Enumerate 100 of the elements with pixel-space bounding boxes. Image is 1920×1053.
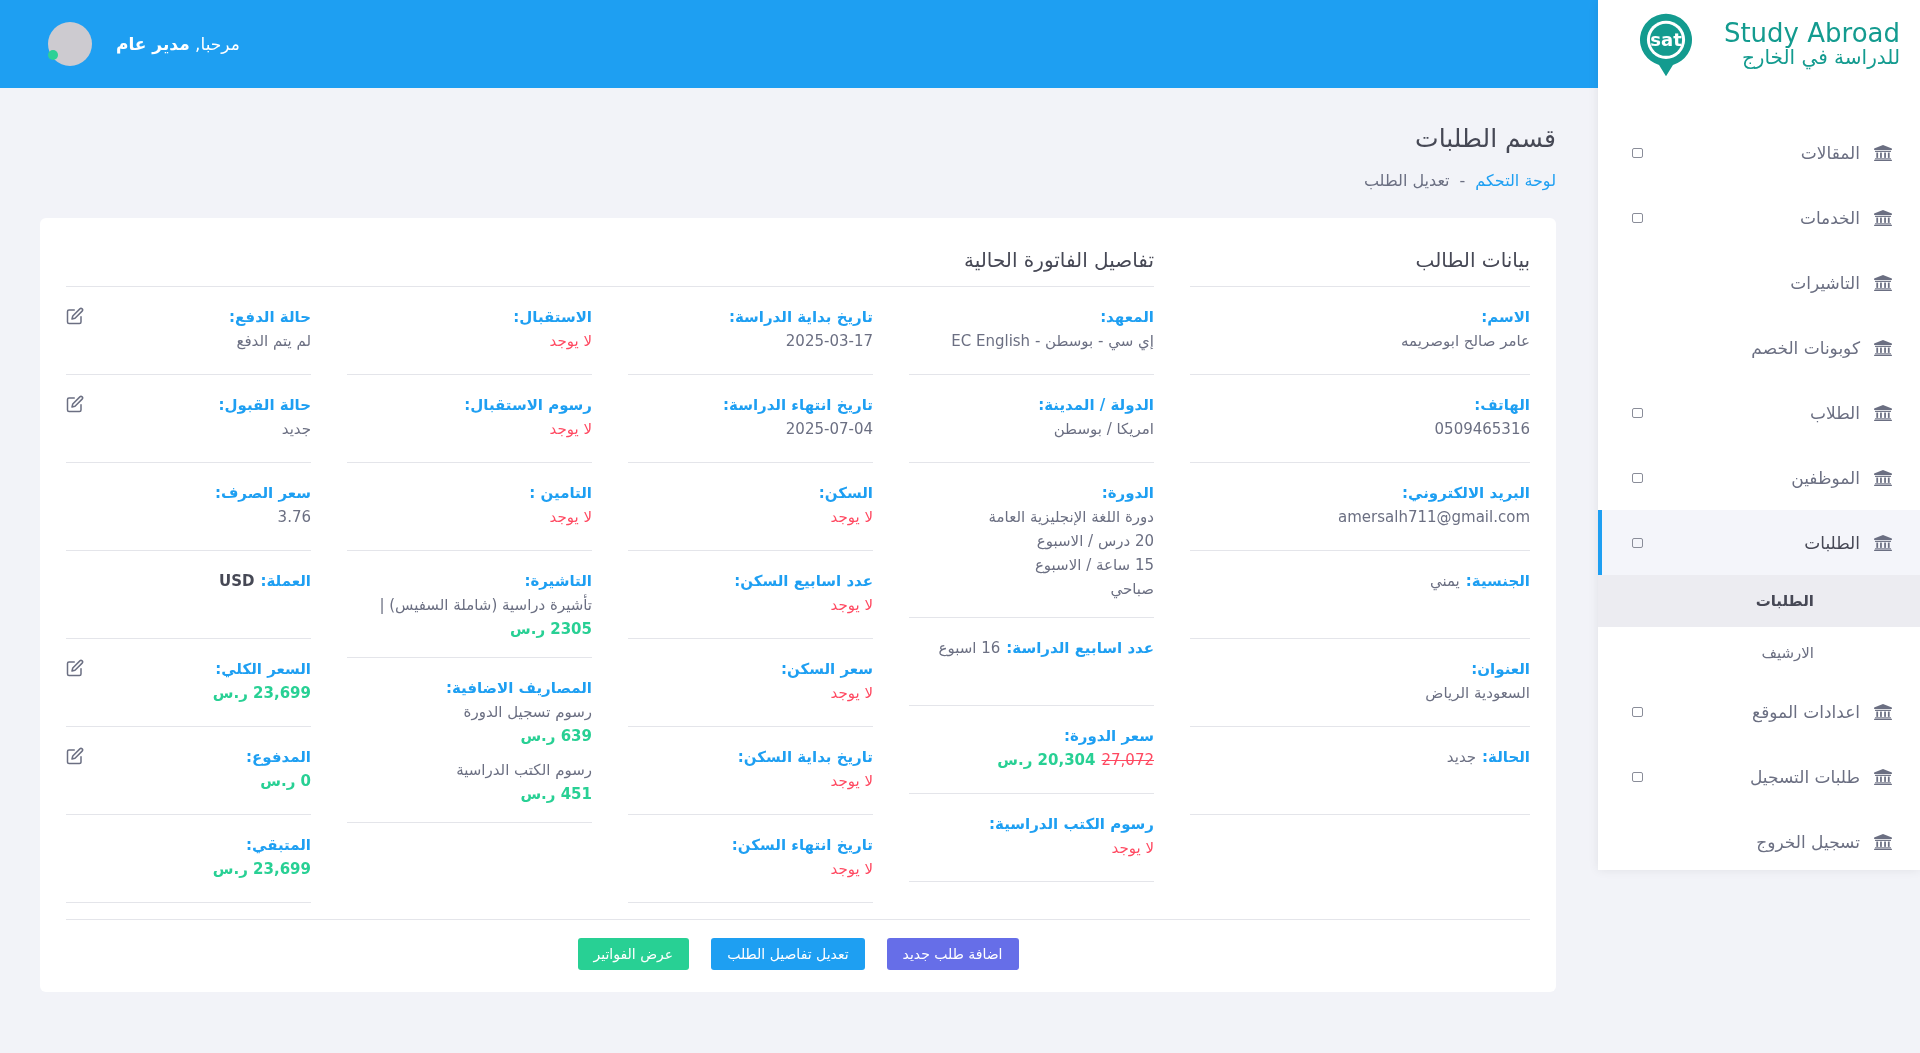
field-value: جديد	[281, 419, 311, 440]
sidebar-item[interactable]: الطلبات	[1598, 510, 1920, 575]
logo-subtitle: للدراسة في الخارج	[1741, 47, 1900, 69]
field-label: حالة الدفع:	[228, 307, 311, 328]
action-button[interactable]: اضافة طلب جديد	[886, 938, 1019, 970]
sidebar-item[interactable]: المقالات	[1598, 120, 1920, 185]
sidebar-item[interactable]: التاشيرات	[1598, 250, 1920, 315]
expand-icon	[1632, 771, 1643, 782]
bank-icon	[1874, 534, 1892, 551]
field-value: امريكا / بوسطن	[1053, 419, 1154, 440]
logo-icon	[1638, 12, 1694, 78]
field-value: USD	[219, 571, 255, 592]
expand-icon	[1632, 706, 1643, 717]
field-label: العملة:	[260, 571, 311, 592]
section-title: بيانات الطالب	[1190, 248, 1530, 287]
field-label: التاشيرة:	[523, 571, 592, 592]
expand-icon	[1632, 147, 1643, 158]
field-value: 2025-07-04	[785, 419, 873, 440]
expand-icon	[1632, 212, 1643, 223]
bank-icon	[1874, 339, 1892, 356]
field-label: سعر الدورة:	[1062, 726, 1154, 747]
edit-icon[interactable]	[66, 747, 84, 765]
sidebar-item[interactable]: طلبات التسجيل	[1598, 744, 1920, 809]
field-label: تاريخ انتهاء الدراسة:	[722, 395, 873, 416]
bank-icon	[1874, 209, 1892, 226]
field-label: سعر الصرف:	[213, 483, 311, 504]
bank-icon	[1874, 768, 1892, 785]
missing-value: لا يوجد	[1111, 838, 1154, 859]
bank-icon	[1874, 404, 1892, 421]
sidebar-item[interactable]: الموظفين	[1598, 445, 1920, 510]
field-value: 2025-03-17	[785, 331, 873, 352]
field-value: amersalh711@gmail.com	[1338, 507, 1530, 528]
missing-value: لا يوجد	[549, 331, 592, 352]
field-label: سعر السكن:	[779, 659, 873, 680]
field-label: رسوم الكتب الدراسية:	[988, 814, 1154, 835]
field-value: رسوم تسجيل الدورة	[463, 702, 592, 723]
field-label: البريد الالكتروني:	[1401, 483, 1530, 504]
field-value: رسوم الكتب الدراسية	[456, 760, 592, 781]
sidebar-item[interactable]: اعدادات الموقع	[1598, 679, 1920, 744]
submenu-item[interactable]: الارشيف	[1598, 627, 1920, 679]
price-value: 639 ر.س	[520, 726, 592, 747]
online-status-icon	[48, 50, 58, 60]
breadcrumb-link[interactable]: لوحة التحكم	[1475, 171, 1556, 190]
field-value: إي سي - بوسطن - EC English	[951, 331, 1154, 353]
edit-icon[interactable]	[66, 659, 84, 677]
bank-icon	[1874, 274, 1892, 291]
field-label: تاريخ انتهاء السكن:	[730, 835, 873, 856]
greeting: مرحبا, مدير عام	[116, 34, 240, 54]
missing-value: لا يوجد	[830, 595, 873, 616]
field-label: الحالة:	[1482, 747, 1530, 768]
field-value: 3.76	[277, 507, 311, 528]
field-label: رسوم الاستقبال:	[463, 395, 592, 416]
field-value: تأشيرة دراسية (شاملة السفيس) |	[379, 593, 592, 616]
field-label: السكن:	[817, 483, 873, 504]
old-price: 27,072	[1101, 750, 1154, 771]
sidebar-item[interactable]: الخدمات	[1598, 185, 1920, 250]
expand-icon	[1632, 472, 1643, 483]
sidebar-item[interactable]: كوبونات الخصم	[1598, 315, 1920, 380]
edit-icon[interactable]	[66, 395, 84, 413]
field-value: 0509465316	[1434, 419, 1530, 440]
breadcrumb-item: -	[1459, 171, 1466, 190]
field-label: التامين :	[528, 483, 592, 504]
field-label: الجنسية:	[1465, 571, 1530, 592]
price-value: 451 ر.س	[520, 784, 592, 805]
field-label: تاريخ بداية الدراسة:	[727, 307, 873, 328]
field-label: عدد اسابيع الدراسة:	[1006, 638, 1154, 659]
field-value: السعودية الرياض	[1425, 683, 1530, 704]
price-value: 0 ر.س	[260, 771, 311, 792]
action-button[interactable]: تعديل تفاصيل الطلب	[711, 938, 865, 970]
field-label: الدولة / المدينة:	[1037, 395, 1154, 416]
field-label: المصاريف الاضافية:	[444, 678, 592, 699]
logo-title: Study Abroad	[1723, 19, 1900, 48]
sidebar-item[interactable]: الطلاب	[1598, 380, 1920, 445]
missing-value: لا يوجد	[830, 771, 873, 792]
sidebar-item[interactable]: تسجيل الخروج	[1598, 809, 1920, 874]
field-value: صباحي	[1110, 579, 1154, 601]
bank-icon	[1874, 144, 1892, 161]
field-label: العنوان:	[1470, 659, 1530, 680]
price-value: 2305 ر.س	[510, 619, 592, 640]
breadcrumb-item: تعديل الطلب	[1363, 171, 1450, 190]
edit-icon[interactable]	[66, 307, 84, 325]
missing-value: لا يوجد	[830, 859, 873, 880]
price-value: 23,699 ر.س	[212, 859, 311, 880]
missing-value: لا يوجد	[830, 683, 873, 704]
field-value: جديد	[1446, 747, 1477, 768]
field-label: حالة القبول:	[217, 395, 311, 416]
field-label: عدد اسابيع السكن:	[733, 571, 873, 592]
field-label: المتبقي:	[244, 835, 311, 856]
field-value: 15 ساعة / الاسبوع	[1034, 555, 1154, 576]
bank-icon	[1874, 833, 1892, 850]
submenu-item[interactable]: الطلبات	[1598, 575, 1920, 627]
field-label: تاريخ بداية السكن:	[736, 747, 873, 768]
missing-value: لا يوجد	[549, 419, 592, 440]
field-label: الاسم:	[1480, 307, 1530, 328]
missing-value: لا يوجد	[830, 507, 873, 528]
field-value: 16 اسبوع	[938, 638, 1001, 659]
bank-icon	[1874, 703, 1892, 720]
field-label: السعر الكلي:	[214, 659, 311, 680]
field-value: لم يتم الدفع	[236, 331, 311, 352]
field-value: عامر صالح ابوصريمه	[1401, 331, 1530, 352]
